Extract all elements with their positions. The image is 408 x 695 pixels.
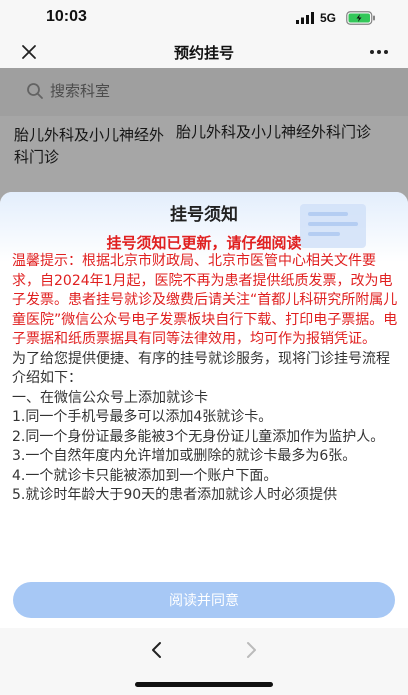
update-notice: 挂号须知已更新，请仔细阅读 [106,234,302,252]
home-indicator [135,682,273,687]
page-title: 预约挂号 [173,44,234,62]
rule-item: 2.同一个身份证最多能被3个无身份证儿童添加作为监护人。 [12,428,385,445]
notice-content[interactable]: 温馨提示：根据北京市财政局、北京市医管中心相关文件要求，自2024年1月起，医院… [12,252,400,582]
back-button[interactable] [144,638,168,662]
notice-modal: 挂号须知 挂号须知已更新，请仔细阅读 温馨提示：根据北京市财政局、北京市医管中心… [0,192,408,628]
signal-icon [296,12,314,24]
more-button[interactable] [366,39,392,65]
more-icon [370,50,388,54]
rule-item: 5.就诊时年龄大于90天的患者添加就诊人时必须提供 [12,487,338,503]
rule-item: 3.一个自然年度内允许增加或删除的就诊卡最多为6张。 [12,448,357,464]
chevron-left-icon [152,642,161,658]
chevron-right-icon [247,642,256,658]
section-heading: 一、在微信公众号上添加就诊卡 [12,389,208,406]
modal-title: 挂号须知 [170,205,238,225]
network-type: 5G [320,11,337,25]
nav-bar: 预约挂号 [0,36,408,68]
forward-button[interactable] [240,638,264,662]
status-bar: 10:03 5G [0,0,408,36]
status-time: 10:03 [46,8,87,25]
rule-item: 4.一个就诊卡只能被添加到一个账户下面。 [12,467,278,484]
intro-paragraph: 为了给您提供便捷、有序的挂号就诊服务，现将门诊挂号流程介绍如下： [12,350,390,387]
invoice-notice-paragraph: 温馨提示：根据北京市财政局、北京市医管中心相关文件要求，自2024年1月起，医院… [12,253,398,347]
battery-icon [346,11,375,25]
rule-item: 1.同一个手机号最多可以添加4张就诊卡。 [12,409,273,425]
read-and-agree-button[interactable]: 阅读并同意 [13,582,395,618]
